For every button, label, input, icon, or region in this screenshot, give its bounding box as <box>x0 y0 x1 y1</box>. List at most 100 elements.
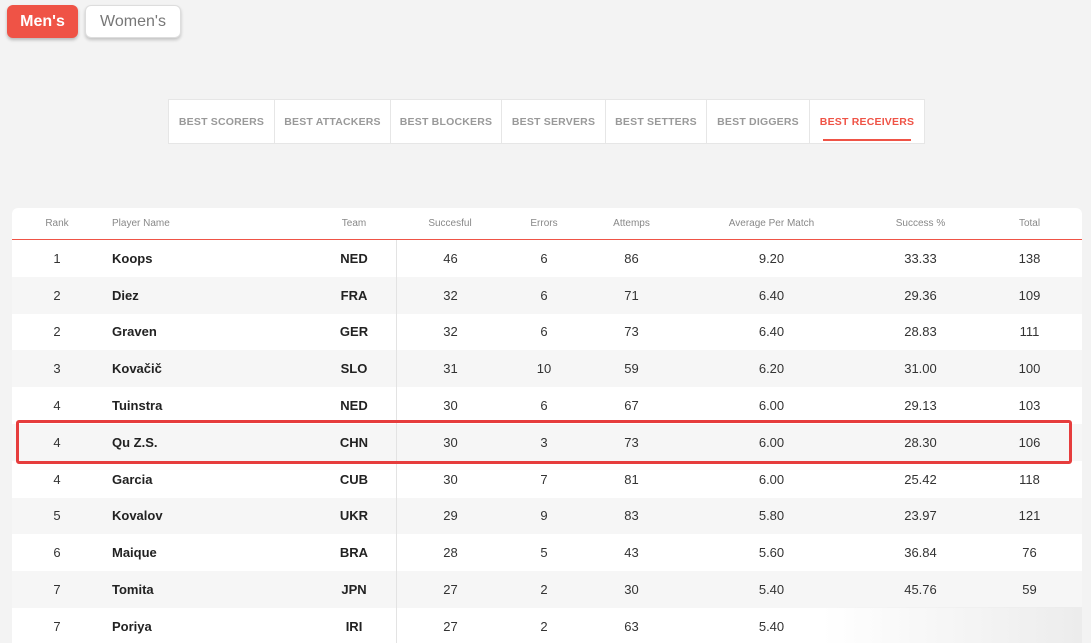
table-row[interactable]: 6 Maique BRA 28 5 43 5.60 36.84 76 <box>12 534 1082 572</box>
attempts-cell: 86 <box>624 250 639 266</box>
player-name-cell: Koops <box>112 250 153 266</box>
team-cell: BRA <box>339 545 369 561</box>
successful-cell: 27 <box>396 571 504 608</box>
header-average-per-match[interactable]: Average Per Match <box>679 208 864 239</box>
attempts-cell: 81 <box>624 471 639 487</box>
total-cell: 118 <box>1019 471 1040 487</box>
attempts-cell: 43 <box>624 545 639 561</box>
average-cell: 5.80 <box>758 508 785 524</box>
table-row[interactable]: 7 Tomita JPN 27 2 30 5.40 45.76 59 <box>12 571 1082 608</box>
successful-cell: 30 <box>396 423 504 461</box>
success-pct-cell: 29.13 <box>904 398 937 414</box>
total-cell: 121 <box>1018 508 1041 524</box>
table-row[interactable]: 3 Kovačič SLO 31 10 59 6.20 31.00 100 <box>12 350 1082 388</box>
average-cell: 5.40 <box>758 618 785 634</box>
active-tab-underline <box>823 139 911 141</box>
header-successful[interactable]: Succesful <box>396 208 504 239</box>
team-cell: GER <box>339 324 369 340</box>
success-pct-cell: 36.84 <box>904 545 937 561</box>
successful-cell: 32 <box>396 276 504 314</box>
table-header: Rank Player Name Team Succesful Errors A… <box>12 208 1082 240</box>
team-cell: FRA <box>340 287 368 303</box>
average-cell: 6.00 <box>758 471 785 487</box>
header-attempts[interactable]: Attemps <box>584 208 679 239</box>
header-player-name[interactable]: Player Name <box>102 208 312 239</box>
tab-best-receivers[interactable]: BEST RECEIVERS <box>810 100 924 143</box>
successful-cell: 46 <box>396 240 504 277</box>
errors-cell: 2 <box>540 618 548 634</box>
table-row[interactable]: 2 Graven GER 32 6 73 6.40 28.83 111 <box>12 313 1082 351</box>
table-row[interactable]: 5 Kovalov UKR 29 9 83 5.80 23.97 121 <box>12 497 1082 535</box>
header-success-pct[interactable]: Success % <box>864 208 977 239</box>
attempts-cell: 30 <box>624 582 639 598</box>
total-cell: 76 <box>1022 545 1037 561</box>
table-row[interactable]: 2 Diez FRA 32 6 71 6.40 29.36 109 <box>12 276 1082 314</box>
total-cell: 109 <box>1018 287 1041 303</box>
player-name-cell: Diez <box>112 287 139 303</box>
rank-cell: 4 <box>53 398 61 414</box>
team-cell: CHN <box>339 434 369 450</box>
tab-best-attackers[interactable]: BEST ATTACKERS <box>275 100 391 143</box>
table-row[interactable]: 7 Poriya IRI 27 2 63 5.40 <box>12 607 1082 643</box>
rank-cell: 7 <box>53 582 61 598</box>
header-total[interactable]: Total <box>977 208 1082 239</box>
tab-best-setters[interactable]: BEST SETTERS <box>606 100 707 143</box>
header-rank[interactable]: Rank <box>12 208 102 239</box>
attempts-cell: 63 <box>624 618 639 634</box>
player-name-cell: Kovalov <box>112 508 163 524</box>
attempts-cell: 71 <box>624 287 639 303</box>
rank-cell: 3 <box>53 361 61 377</box>
player-name-cell: Poriya <box>112 618 152 634</box>
women-tab-button[interactable]: Women's <box>85 5 181 38</box>
success-pct-cell: 29.36 <box>904 287 937 303</box>
team-cell: IRI <box>345 618 363 634</box>
errors-cell: 6 <box>540 250 548 266</box>
team-cell: UKR <box>339 508 369 524</box>
player-name-cell: Kovačič <box>112 361 162 377</box>
table-row[interactable]: 4 Tuinstra NED 30 6 67 6.00 29.13 103 <box>12 387 1082 424</box>
errors-cell: 6 <box>540 398 548 414</box>
average-cell: 9.20 <box>758 250 785 266</box>
attempts-cell: 83 <box>624 508 639 524</box>
team-cell: NED <box>340 398 368 414</box>
errors-cell: 6 <box>540 287 548 303</box>
total-cell: 59 <box>1022 582 1037 598</box>
table-row[interactable]: 4 Qu Z.S. CHN 30 3 73 6.00 28.30 106 <box>12 423 1082 461</box>
attempts-cell: 67 <box>624 398 639 414</box>
successful-cell: 28 <box>396 534 504 572</box>
tab-best-diggers[interactable]: BEST DIGGERS <box>707 100 810 143</box>
success-pct-cell: 45.76 <box>904 582 937 598</box>
player-name-cell: Maique <box>112 545 157 561</box>
men-tab-button[interactable]: Men's <box>7 5 78 38</box>
player-name-cell: Graven <box>112 324 157 340</box>
attempts-cell: 73 <box>624 324 639 340</box>
category-tabs: BEST SCORERS BEST ATTACKERS BEST BLOCKER… <box>168 99 925 144</box>
success-pct-cell: 28.30 <box>904 434 937 450</box>
tab-best-servers[interactable]: BEST SERVERS <box>502 100 606 143</box>
total-cell: 103 <box>1018 398 1041 414</box>
rank-cell: 4 <box>53 471 61 487</box>
player-name-cell: Tomita <box>112 582 154 598</box>
tab-best-scorers[interactable]: BEST SCORERS <box>169 100 275 143</box>
tab-best-blockers[interactable]: BEST BLOCKERS <box>391 100 502 143</box>
header-team[interactable]: Team <box>312 208 396 239</box>
table-row[interactable]: 1 Koops NED 46 6 86 9.20 33.33 138 <box>12 240 1082 277</box>
successful-cell: 27 <box>396 607 504 643</box>
total-cell <box>977 608 1082 643</box>
errors-cell: 9 <box>540 508 548 524</box>
errors-cell: 10 <box>536 361 552 377</box>
successful-cell: 31 <box>396 350 504 388</box>
average-cell: 6.00 <box>758 398 785 414</box>
table-row[interactable]: 4 Garcia CUB 30 7 81 6.00 25.42 118 <box>12 460 1082 498</box>
average-cell: 6.40 <box>758 324 785 340</box>
errors-cell: 3 <box>540 434 548 450</box>
team-cell: CUB <box>339 471 369 487</box>
header-errors[interactable]: Errors <box>504 208 584 239</box>
rank-cell: 7 <box>53 618 61 634</box>
rank-cell: 2 <box>53 324 61 340</box>
attempts-cell: 73 <box>624 434 639 450</box>
successful-cell: 30 <box>396 387 504 424</box>
rank-cell: 5 <box>53 508 61 524</box>
total-cell: 138 <box>1018 250 1041 266</box>
success-pct-cell: 28.83 <box>904 324 937 340</box>
